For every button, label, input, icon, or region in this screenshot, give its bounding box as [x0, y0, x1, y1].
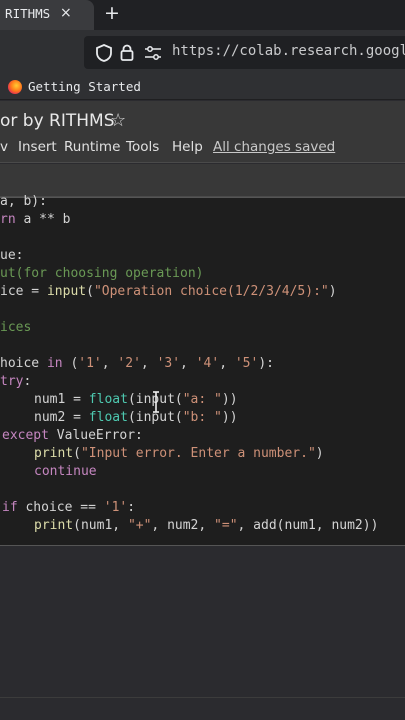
code-line: rn a ** b	[0, 212, 71, 227]
permissions-icon[interactable]	[144, 45, 162, 61]
bookmark-getting-started[interactable]: Getting Started	[28, 79, 141, 94]
save-status-link[interactable]: All changes saved	[213, 139, 335, 155]
browser-tab-strip: y RITHMS × +	[0, 0, 405, 30]
text-cursor-icon	[153, 391, 159, 413]
menu-runtime[interactable]: Runtime	[64, 139, 120, 155]
menu-insert[interactable]: Insert	[18, 139, 57, 155]
divider	[0, 697, 405, 698]
browser-tab[interactable]: y RITHMS ×	[0, 0, 94, 30]
code-line: except ValueError:	[2, 428, 143, 443]
code-line: hoice in ('1', '2', '3', '4', '5'):	[0, 356, 274, 371]
code-line: if choice == '1':	[2, 500, 136, 515]
code-line: try:	[0, 374, 32, 389]
lock-icon[interactable]	[120, 44, 134, 61]
menu-view[interactable]: v	[0, 139, 8, 155]
browser-toolbar: https://colab.research.google	[0, 30, 405, 75]
colab-header: or by RITHMS ☆ v Insert Runtime Tools He…	[0, 101, 405, 163]
notebook-empty-area	[0, 547, 405, 720]
menu-help[interactable]: Help	[172, 139, 203, 155]
new-tab-icon[interactable]: +	[104, 2, 120, 24]
star-icon[interactable]: ☆	[110, 110, 126, 131]
code-line: ue:	[0, 248, 24, 263]
colab-sub-toolbar	[0, 164, 405, 197]
code-line: continue	[34, 464, 97, 479]
code-line: num1 = float(input("a: "))	[34, 392, 238, 407]
shield-icon[interactable]	[96, 44, 112, 62]
code-line: print("Input error. Enter a number.")	[34, 446, 324, 461]
code-line: a, b):	[0, 194, 47, 209]
url-text: https://colab.research.google	[172, 43, 405, 59]
address-bar[interactable]: https://colab.research.google	[84, 36, 405, 69]
notebook-title[interactable]: or by RITHMS	[0, 111, 115, 131]
firefox-icon	[8, 80, 22, 94]
code-line: num2 = float(input("b: "))	[34, 410, 238, 425]
code-line: ices	[0, 320, 32, 335]
close-icon[interactable]: ×	[60, 5, 72, 21]
code-cell[interactable]	[0, 197, 405, 546]
code-line: ice = input("Operation choice(1/2/3/4/5)…	[0, 284, 337, 299]
menu-tools[interactable]: Tools	[126, 139, 159, 155]
bookmarks-bar: Getting Started	[0, 75, 405, 100]
code-line: ut(for choosing operation)	[0, 266, 204, 281]
tab-title: y RITHMS	[0, 6, 51, 21]
code-line: print(num1, "+", num2, "=", add(num1, nu…	[34, 518, 379, 533]
